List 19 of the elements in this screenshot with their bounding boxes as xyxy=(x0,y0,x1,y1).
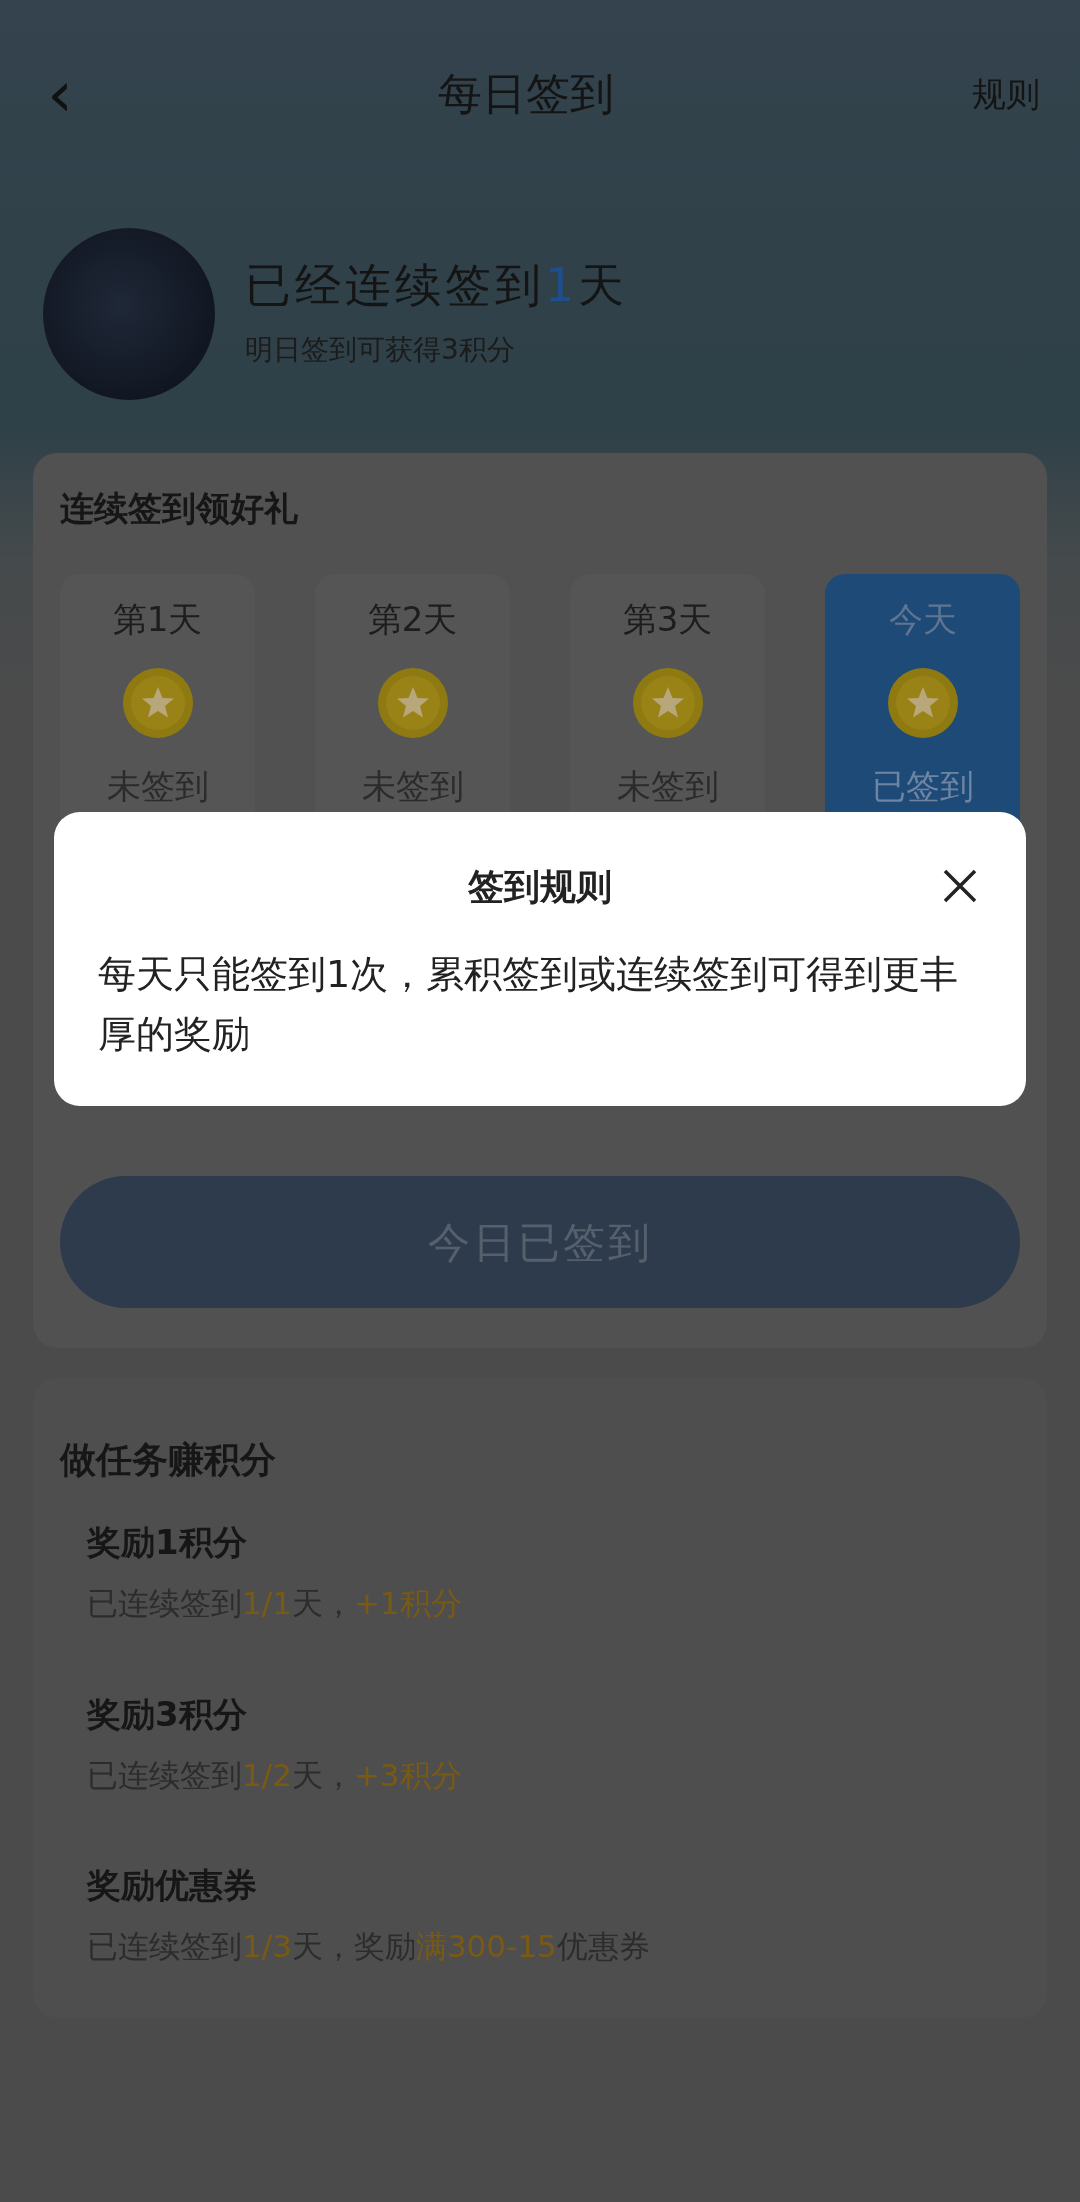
day-label: 今天 xyxy=(888,598,957,641)
close-icon xyxy=(942,868,978,904)
page-title: 每日签到 xyxy=(438,67,614,121)
day-status: 已签到 xyxy=(871,765,974,808)
section-title: 做任务赚积分 xyxy=(60,1438,277,1482)
task-title: 奖励优惠券 xyxy=(87,1864,258,1907)
star-coin-icon xyxy=(121,667,194,739)
star-coin-icon xyxy=(886,667,959,739)
star-coin-icon xyxy=(376,667,449,739)
day-label: 第1天 xyxy=(112,598,203,641)
star-coin-icon xyxy=(631,667,704,739)
rules-link[interactable]: 规则 xyxy=(972,68,1040,120)
back-button[interactable]: ‹ xyxy=(40,62,80,126)
day-label: 第2天 xyxy=(367,598,458,641)
dialog-body: 每天只能签到1次，累积签到或连续签到可得到更丰厚的奖励 xyxy=(98,951,960,1058)
section-title: 连续签到领好礼 xyxy=(60,487,299,530)
task-title: 奖励3积分 xyxy=(87,1692,248,1736)
task-title: 奖励1积分 xyxy=(87,1521,248,1564)
day-label: 第3天 xyxy=(622,598,713,641)
